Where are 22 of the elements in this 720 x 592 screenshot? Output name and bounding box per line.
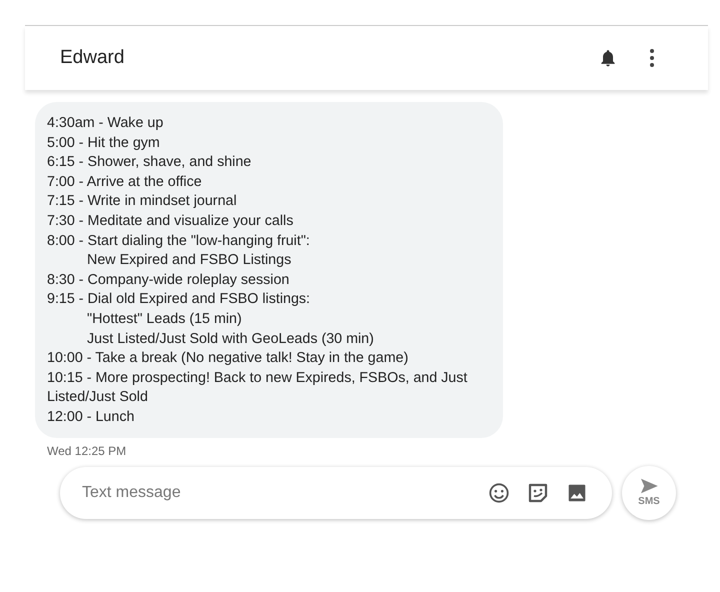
message-line: 10:00 - Take a break (No negative talk! Stay in the game) [47,349,410,368]
contact-name: Edward [60,47,126,69]
message-line: 4:30am - Wake up [47,114,164,133]
message-timestamp: Wed 12:25 PM [47,444,128,458]
message-line: Just Listed/Just Sold with GeoLeads (30 min) [86,330,375,349]
more-menu-icon[interactable] [649,48,655,68]
message-line: 7:00 - Arrive at the office [47,172,203,192]
message-line: New Expired and FSBO Listings [86,251,292,270]
message-input[interactable]: Text message [80,482,472,502]
message-line: 5:00 - Hit the gym [47,134,161,153]
message-line: 9:15 - Dial old Expired and FSBO listings: [47,290,312,310]
message-line: 6:15 - Shower, shave, and shine [47,153,252,172]
message-line: 7:30 - Meditate and visualize your calls [47,212,294,231]
send-icon [639,478,659,494]
message-line: 12:00 - Lunch [47,408,136,427]
send-sms-button[interactable]: SMS [622,466,676,520]
message-line: 8:30 - Company-wide roleplay session [47,270,290,290]
message-line: 10:15 - More prospecting! Back to new Expireds, FSBOs, and Just Listed/Just Sold [47,368,468,408]
message-line: 7:15 - Write in mindset journal [47,192,238,212]
message-line: "Hottest" Leads (15 min) [86,310,243,329]
emoji-icon[interactable] [488,482,510,504]
message-line: 8:00 - Start dialing the "low-hanging fruit": [47,232,311,251]
